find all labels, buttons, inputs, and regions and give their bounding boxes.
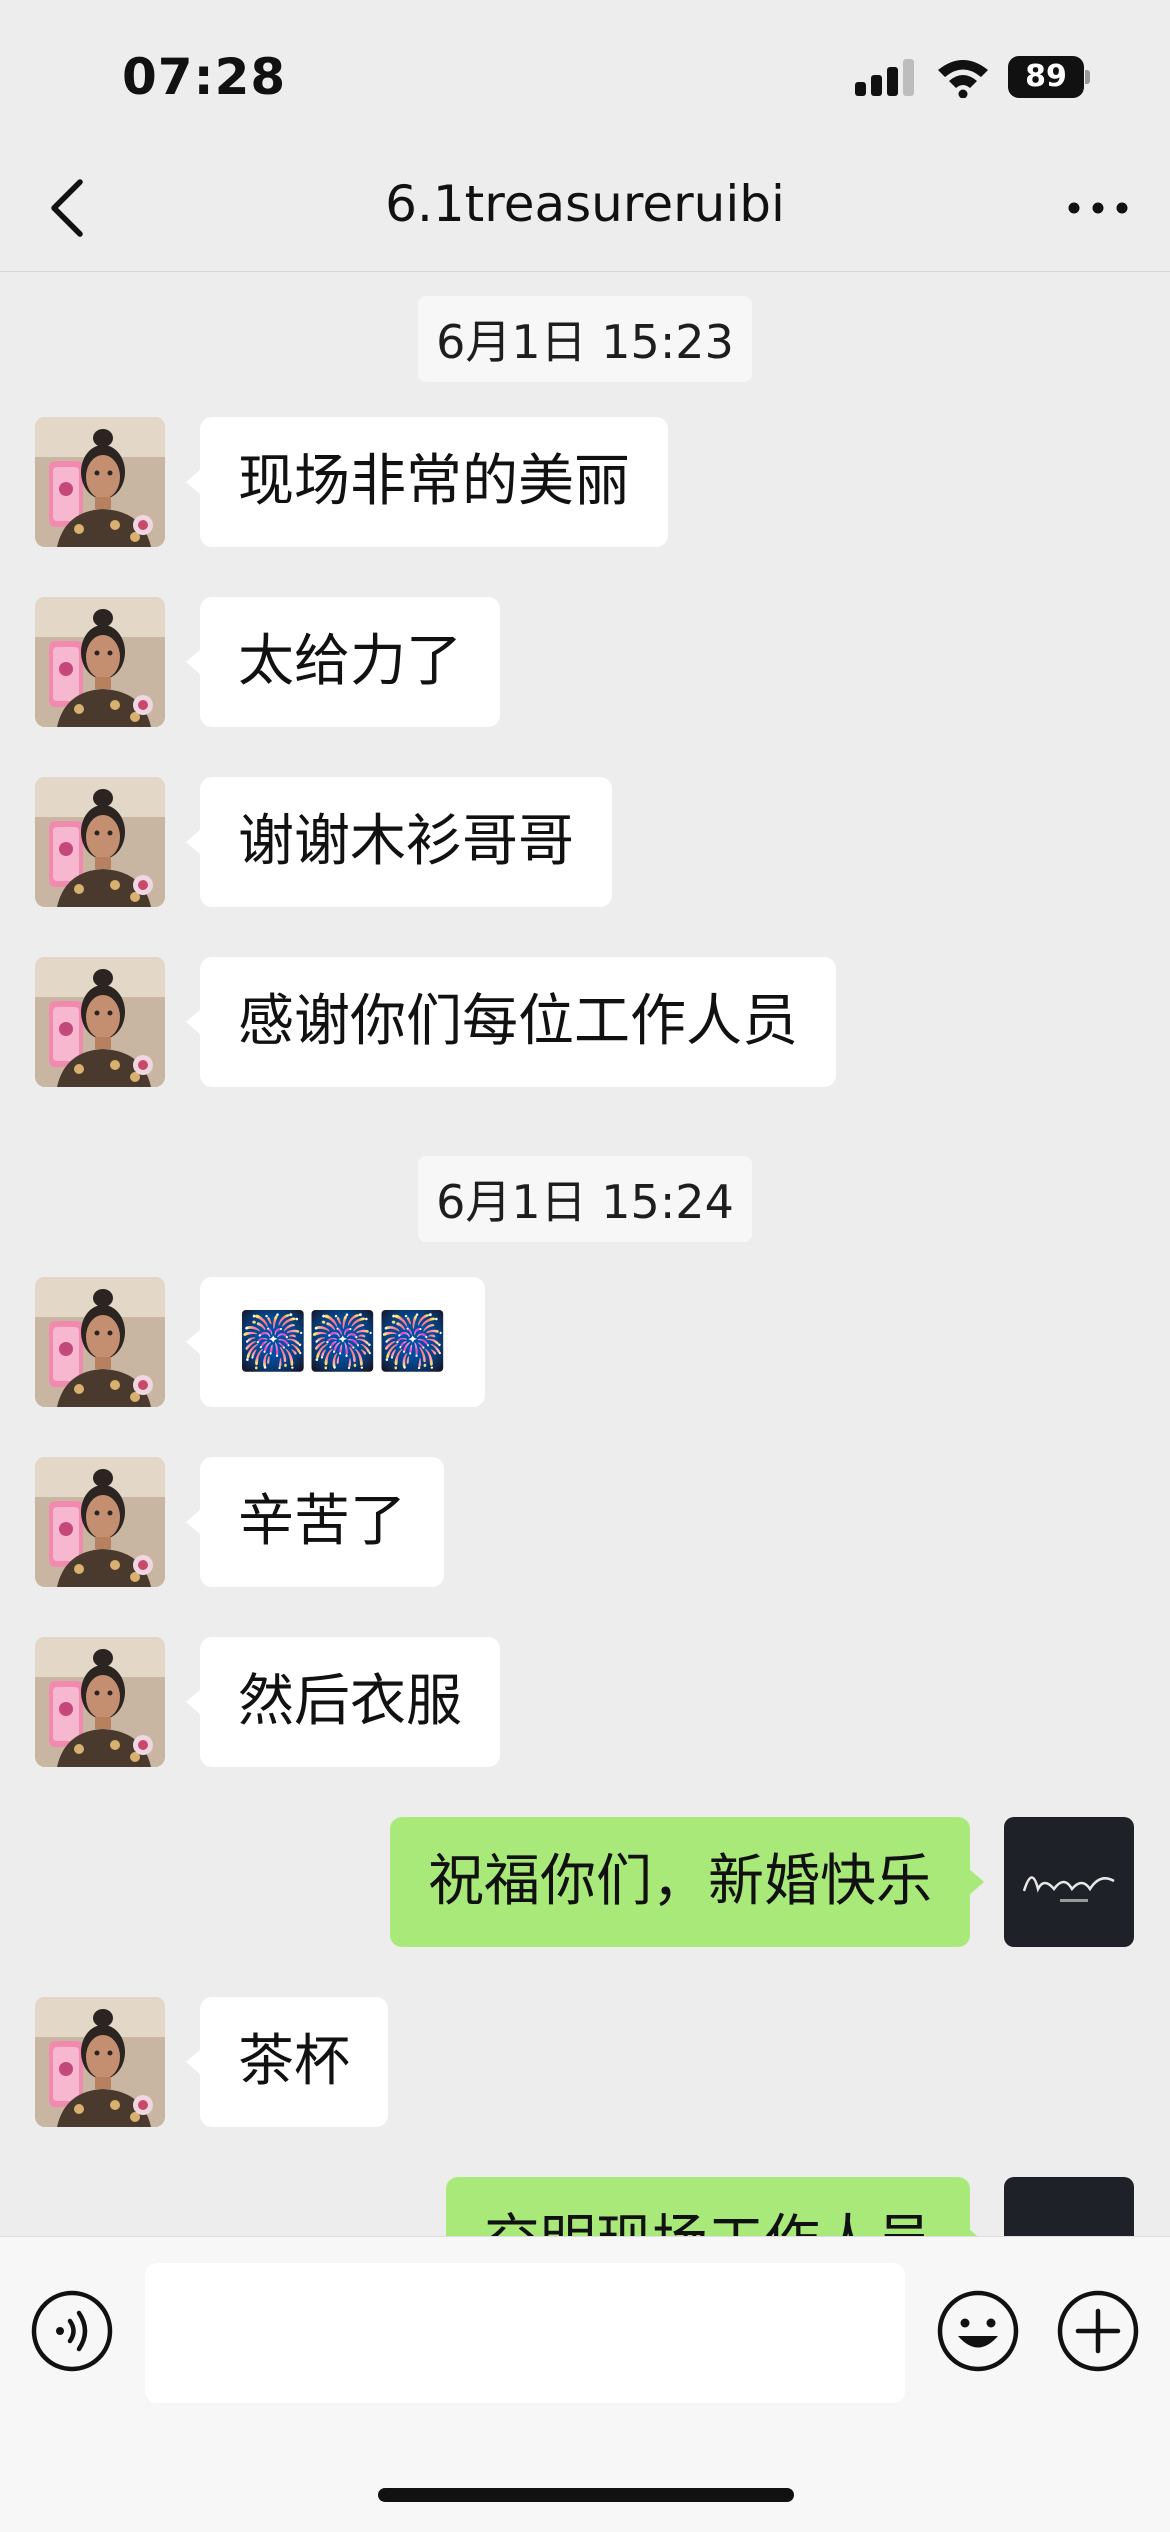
received-message-bubble[interactable]: 茶杯 bbox=[186, 1997, 388, 2127]
navigation-bar: 6.1treasureruibi bbox=[0, 150, 1170, 272]
contact-avatar[interactable] bbox=[35, 1277, 165, 1407]
voice-icon[interactable] bbox=[30, 2289, 114, 2373]
timestamp: 6月1日 15:24 bbox=[0, 1156, 1170, 1242]
battery-level: 89 bbox=[1008, 56, 1084, 98]
received-message-bubble[interactable]: 辛苦了 bbox=[186, 1457, 444, 1587]
timestamp-text: 6月1日 15:23 bbox=[418, 296, 752, 382]
contact-avatar[interactable] bbox=[35, 777, 165, 907]
message-row: 谢谢木衫哥哥 bbox=[0, 777, 1170, 907]
message-row: 现场非常的美丽 bbox=[0, 417, 1170, 547]
own-avatar[interactable] bbox=[1004, 2177, 1134, 2236]
chat-title: 6.1treasureruibi bbox=[385, 175, 785, 233]
received-message-bubble[interactable]: 感谢你们每位工作人员 bbox=[186, 957, 836, 1087]
contact-avatar[interactable] bbox=[35, 1637, 165, 1767]
received-message-bubble[interactable]: 谢谢木衫哥哥 bbox=[186, 777, 612, 907]
message-row: 太给力了 bbox=[0, 597, 1170, 727]
timestamp: 6月1日 15:23 bbox=[0, 296, 1170, 382]
sent-message-bubble[interactable]: 交明现场工作人员 bbox=[446, 2177, 984, 2236]
contact-avatar[interactable] bbox=[35, 957, 165, 1087]
message-row: 感谢你们每位工作人员 bbox=[0, 957, 1170, 1087]
back-icon[interactable] bbox=[38, 172, 98, 244]
contact-avatar[interactable] bbox=[35, 597, 165, 727]
message-row: 茶杯 bbox=[0, 1997, 1170, 2127]
wifi-icon bbox=[938, 60, 988, 98]
message-input[interactable] bbox=[145, 2263, 905, 2403]
signal-icon bbox=[855, 58, 915, 96]
battery-icon: 89 bbox=[1008, 56, 1090, 98]
received-message-bubble[interactable]: 然后衣服 bbox=[186, 1637, 500, 1767]
sent-message-bubble[interactable]: 祝福你们，新婚快乐 bbox=[390, 1817, 984, 1947]
more-icon[interactable] bbox=[1062, 178, 1134, 238]
home-indicator[interactable] bbox=[378, 2488, 794, 2502]
message-row: 🎆🎆🎆 bbox=[0, 1277, 1170, 1407]
own-avatar[interactable] bbox=[1004, 1817, 1134, 1947]
message-row: 交明现场工作人员 bbox=[0, 2177, 1170, 2236]
message-row: 祝福你们，新婚快乐 bbox=[0, 1817, 1170, 1947]
status-bar: 07:28 89 bbox=[0, 0, 1170, 150]
message-row: 辛苦了 bbox=[0, 1457, 1170, 1587]
message-row: 然后衣服 bbox=[0, 1637, 1170, 1767]
contact-avatar[interactable] bbox=[35, 417, 165, 547]
timestamp-text: 6月1日 15:24 bbox=[418, 1156, 752, 1242]
contact-avatar[interactable] bbox=[35, 1997, 165, 2127]
plus-icon[interactable] bbox=[1056, 2289, 1140, 2373]
emoji-icon[interactable] bbox=[936, 2289, 1020, 2373]
received-message-bubble[interactable]: 太给力了 bbox=[186, 597, 500, 727]
status-time: 07:28 bbox=[122, 48, 287, 106]
contact-avatar[interactable] bbox=[35, 1457, 165, 1587]
received-message-bubble[interactable]: 🎆🎆🎆 bbox=[185, 1277, 486, 1407]
message-list[interactable]: 6月1日 15:23 现场非常的美丽 太给力了 谢谢木衫哥哥 感谢你们每位工作人… bbox=[0, 272, 1170, 2236]
received-message-bubble[interactable]: 现场非常的美丽 bbox=[186, 417, 668, 547]
chat-screen: 07:28 89 6.1treasureruibi 6月1日 15:23 现场非… bbox=[0, 0, 1170, 2532]
